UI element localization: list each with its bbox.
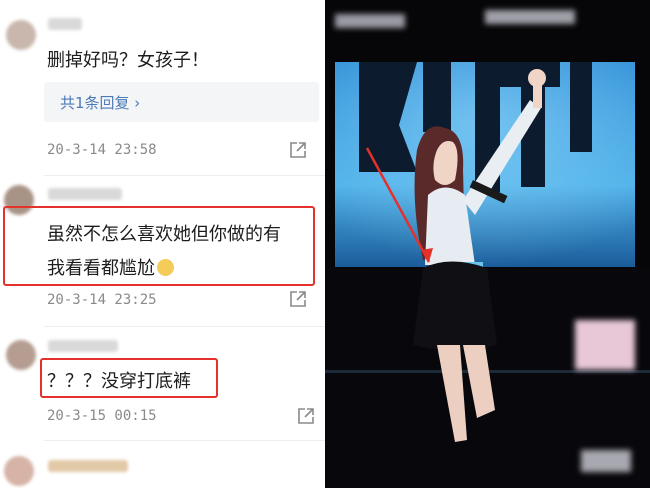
emoji-icon <box>157 259 174 276</box>
share-icon[interactable] <box>297 407 315 425</box>
avatar[interactable] <box>4 456 34 486</box>
performance-photo <box>325 0 650 488</box>
divider <box>44 175 325 176</box>
divider <box>44 326 325 327</box>
comment-text-line1: 虽然不怎么喜欢她但你做的有 <box>47 224 281 245</box>
share-icon[interactable] <box>289 290 307 308</box>
stage-photo <box>325 0 650 488</box>
avatar[interactable] <box>6 20 36 50</box>
share-icon[interactable] <box>289 141 307 159</box>
reply-summary[interactable]: 共1条回复 › <box>44 82 319 122</box>
blurred-watermark <box>335 14 405 28</box>
blurred-watermark <box>485 10 575 24</box>
comment-text-line2: 我看看都尴尬 <box>47 254 174 280</box>
blurred-watermark <box>581 450 631 472</box>
username-blurred[interactable] <box>48 340 118 352</box>
avatar[interactable] <box>6 340 36 370</box>
username-blurred[interactable] <box>48 18 82 30</box>
username-blurred[interactable] <box>48 460 128 472</box>
timestamp: 20-3-14 23:25 <box>47 292 157 308</box>
blurred-watermark <box>575 320 635 370</box>
timestamp: 20-3-15 00:15 <box>47 408 157 424</box>
comment-text: 删掉好吗？女孩子！ <box>47 50 209 71</box>
timestamp: 20-3-14 23:58 <box>47 142 157 158</box>
comment-panel: 删掉好吗？女孩子！ 共1条回复 › 20-3-14 23:58 虽然不怎么喜欢她… <box>0 0 325 488</box>
comment-text-line2-label: 我看看都尴尬 <box>47 258 155 279</box>
username-blurred[interactable] <box>48 188 122 200</box>
divider <box>44 440 325 441</box>
reply-link[interactable]: 共1条回复 › <box>60 92 140 113</box>
comment-text: ？？？没穿打底裤 <box>47 371 191 392</box>
